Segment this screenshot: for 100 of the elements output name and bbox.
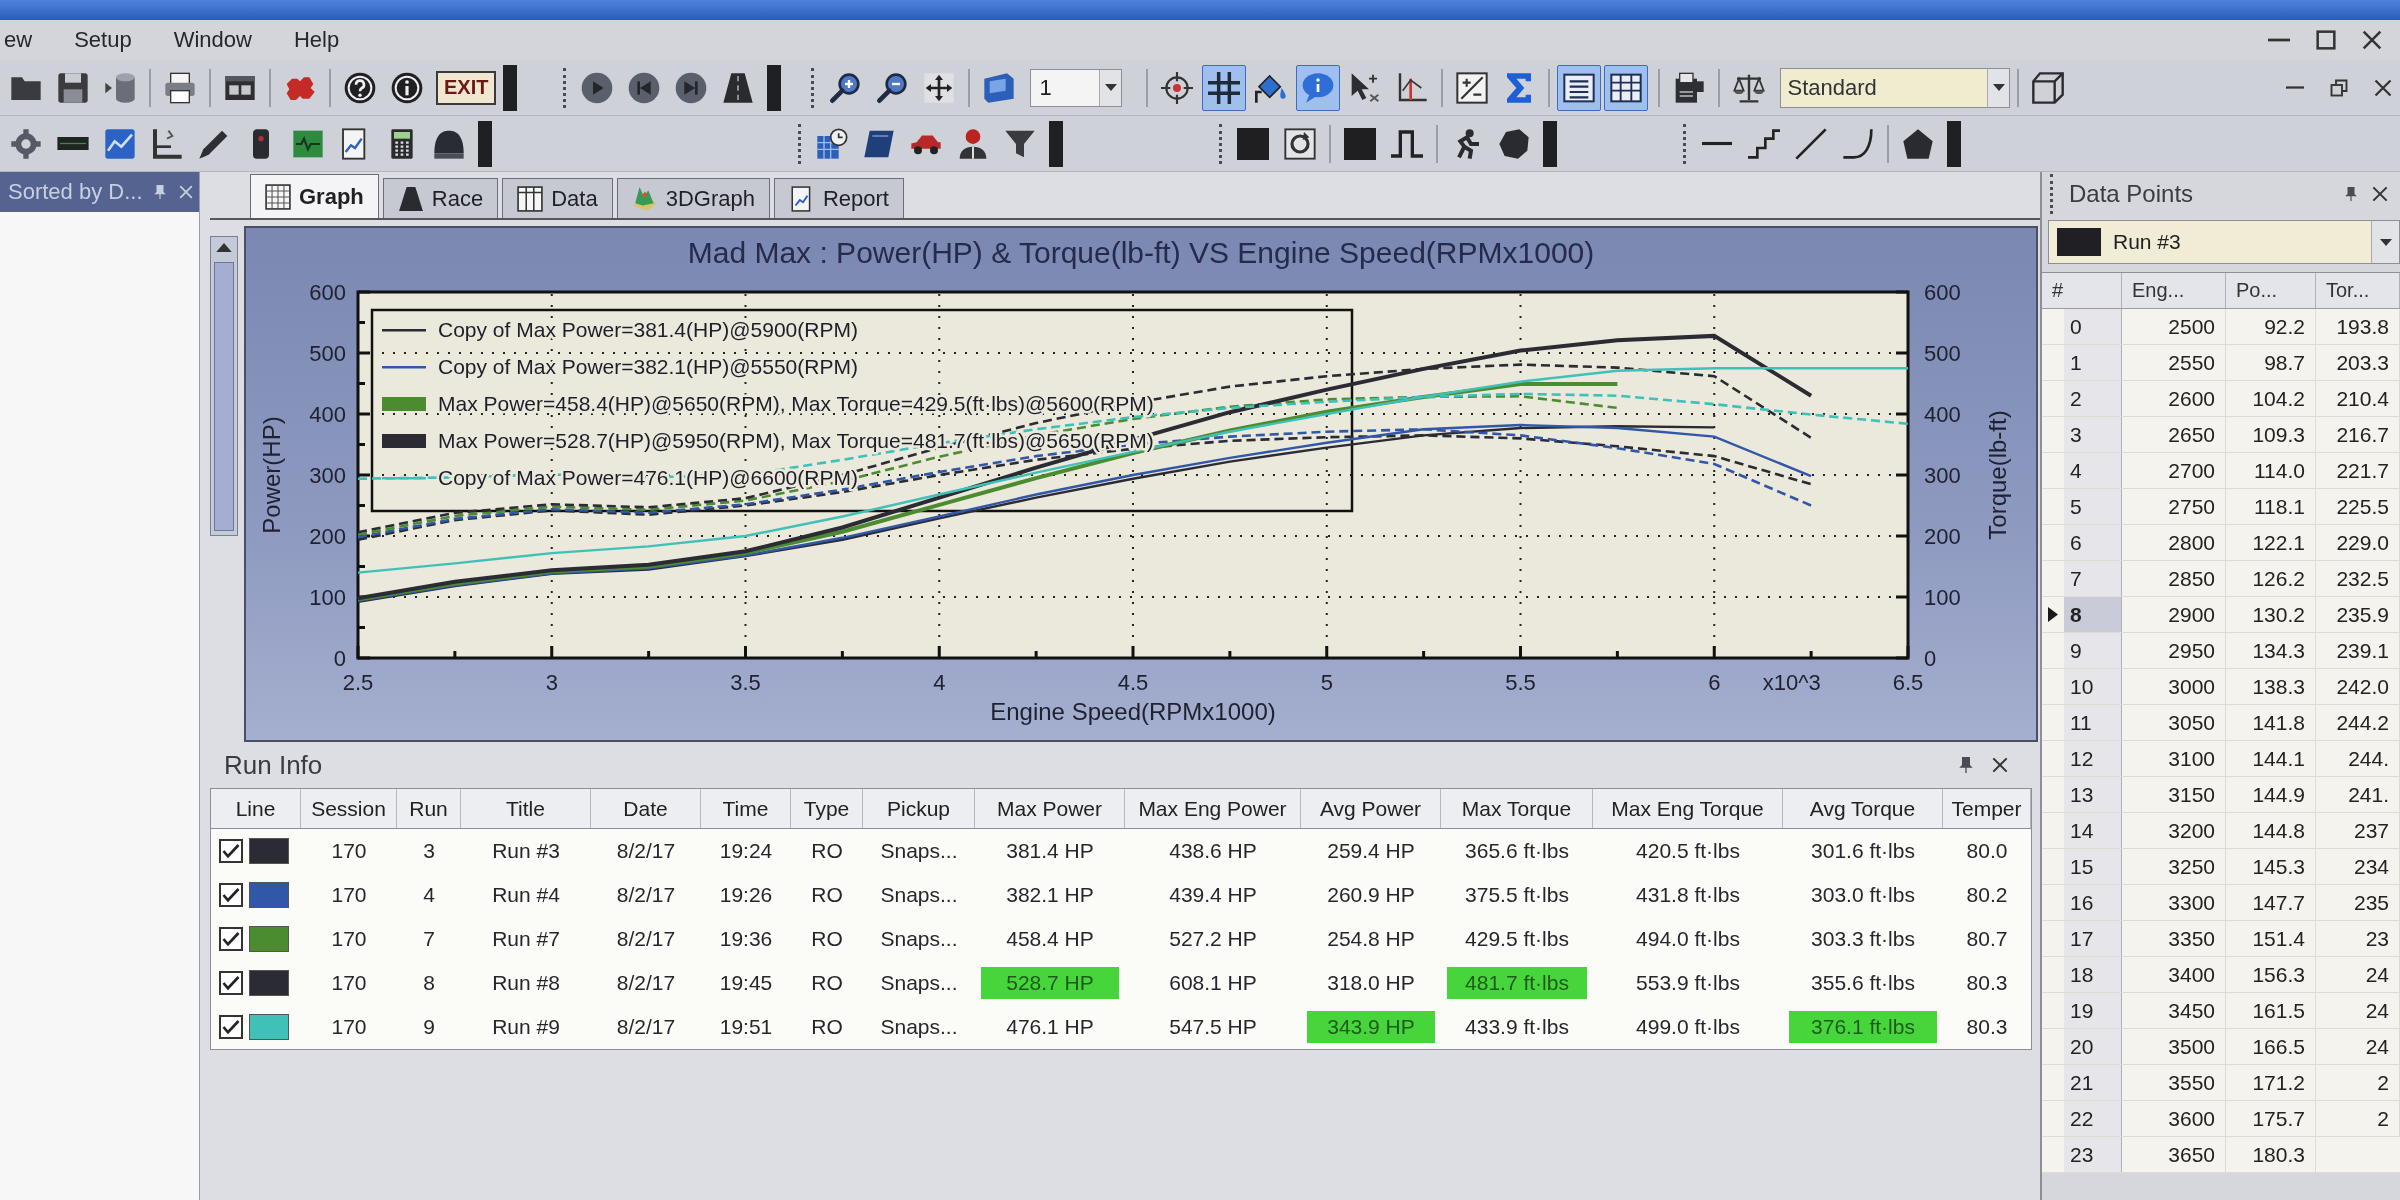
menu-item[interactable]: ew <box>0 23 37 57</box>
help-icon <box>344 71 376 104</box>
table-cell-text: Snaps... <box>879 970 959 996</box>
table-cell: 180.3 <box>2226 1137 2316 1172</box>
right-y-tick-label: 400 <box>1924 402 1961 427</box>
number-field[interactable]: 1 <box>1030 68 1123 107</box>
dropdown-button[interactable] <box>2371 221 2399 263</box>
table-cell: 3250 <box>2122 849 2226 884</box>
run-dropdown[interactable]: Run #3 <box>2048 220 2400 264</box>
column-header[interactable]: Session <box>301 789 397 828</box>
dropdown-button[interactable] <box>1987 68 2010 107</box>
column-header[interactable]: Avg Torque <box>1783 789 1943 828</box>
table-cell-text: 303.3 ft·lbs <box>1810 926 1916 952</box>
menu-item[interactable]: Window <box>169 23 256 57</box>
toolbar-options-button[interactable] <box>767 64 782 111</box>
table-cell: 145.3 <box>2226 849 2316 884</box>
row-number: 5 <box>2064 489 2122 524</box>
heptagon-icon <box>1498 127 1530 160</box>
column-header[interactable]: Type <box>791 789 863 828</box>
checkbox[interactable] <box>219 883 243 907</box>
diagonal-line-icon <box>1795 127 1827 160</box>
table-cell: 235.9 <box>2316 597 2400 632</box>
speech-bubble-icon <box>1302 71 1335 104</box>
table-cell: 3400 <box>2122 957 2226 992</box>
column-header[interactable]: Eng... <box>2122 273 2226 308</box>
toolbar-options-button[interactable] <box>1543 120 1557 167</box>
x-tick-label: 2.5 <box>342 670 374 695</box>
table-cell: 2500 <box>2122 309 2226 344</box>
column-header[interactable]: Date <box>591 789 701 828</box>
tab[interactable]: 3DGraph <box>616 178 770 218</box>
x-tick-label: 3 <box>545 670 558 695</box>
scrollbar-thumb[interactable] <box>214 262 234 531</box>
tab[interactable]: Report <box>773 178 904 218</box>
exit-button[interactable]: EXIT <box>436 70 497 105</box>
column-header[interactable]: Run <box>397 789 461 828</box>
column-header[interactable]: Max Torque <box>1441 789 1593 828</box>
table-cell: 156.3 <box>2226 957 2316 992</box>
close-icon <box>2374 78 2392 97</box>
scrollbar[interactable] <box>210 236 238 536</box>
checkbox[interactable] <box>219 927 243 951</box>
table-cell-text: 170 <box>330 882 368 908</box>
menu-item[interactable]: Setup <box>70 23 136 57</box>
menu-item[interactable]: Help <box>289 23 344 57</box>
table-cell-text: RO <box>810 882 844 908</box>
column-header[interactable]: Temper <box>1943 789 2031 828</box>
y-tick-label: 600 <box>309 280 346 305</box>
checkbox[interactable] <box>219 839 243 863</box>
column-header[interactable]: Time <box>701 789 791 828</box>
table-cell-text: 476.1 HP <box>1005 1014 1095 1040</box>
y-tick-label: 100 <box>309 585 346 610</box>
toolbar-options-button[interactable] <box>503 64 518 111</box>
checkbox[interactable] <box>219 971 243 995</box>
checkbox[interactable] <box>219 1015 243 1039</box>
column-header[interactable]: Max Eng Torque <box>1593 789 1783 828</box>
toolbar-options-button[interactable] <box>1049 120 1063 167</box>
table-cell-text: Snaps... <box>879 1014 959 1040</box>
tab[interactable]: Race <box>382 178 499 218</box>
column-header[interactable]: Line <box>211 789 301 828</box>
table-cell-text: 80.3 <box>1965 970 2009 996</box>
column-header[interactable]: Max Eng Power <box>1125 789 1301 828</box>
pin-button[interactable] <box>1956 755 1976 775</box>
column-header[interactable]: Tor... <box>2316 273 2400 308</box>
toolbar-toggle-button[interactable] <box>1604 64 1649 111</box>
table-cell: 239.1 <box>2316 633 2400 668</box>
table-cell: 98.7 <box>2226 345 2316 380</box>
close-icon <box>1992 757 2008 773</box>
table-cell: 203.3 <box>2316 345 2400 380</box>
table-cell-text: 80.2 <box>1965 882 2009 908</box>
gear-icon <box>10 127 42 160</box>
toolbar-options-button[interactable] <box>478 120 492 167</box>
tab[interactable]: Graph <box>250 174 379 218</box>
toolbar-toggle-button[interactable] <box>1296 64 1341 111</box>
tab[interactable]: Data <box>502 178 613 218</box>
y-tick-label: 400 <box>309 402 346 427</box>
zoom-in-icon <box>829 71 862 104</box>
checkmark-icon <box>222 842 240 860</box>
toolbar-options-button[interactable] <box>1947 120 1961 167</box>
table-cell: 23 <box>2316 921 2400 956</box>
checkmark-icon <box>222 974 240 992</box>
y-tick-label: 0 <box>333 646 346 671</box>
right-y-axis-label: Torque(lb-ft) <box>1984 410 2011 540</box>
toolbar-toggle-button[interactable] <box>1557 64 1602 111</box>
y-tick-label: 300 <box>309 463 346 488</box>
column-header[interactable]: Avg Power <box>1301 789 1441 828</box>
toolbar-toggle-button[interactable] <box>1202 64 1247 111</box>
close-button[interactable] <box>1990 755 2010 775</box>
x-tick-label: 4 <box>933 670 946 695</box>
table-cell: 166.5 <box>2226 1029 2316 1064</box>
column-header[interactable]: Max Power <box>975 789 1125 828</box>
table-cell: 3300 <box>2122 885 2226 920</box>
table-cell-text: 375.5 ft·lbs <box>1464 882 1570 908</box>
column-header[interactable]: Po... <box>2226 273 2316 308</box>
column-header[interactable]: Pickup <box>863 789 975 828</box>
column-header[interactable]: # <box>2042 273 2122 308</box>
dropdown-button[interactable] <box>1099 69 1122 106</box>
column-header[interactable]: Title <box>461 789 591 828</box>
close-button[interactable] <box>2370 184 2390 204</box>
table-cell: 3100 <box>2122 741 2226 776</box>
mode-dropdown[interactable]: Standard <box>1780 67 2011 108</box>
table-cell-text: 382.1 HP <box>1005 882 1095 908</box>
